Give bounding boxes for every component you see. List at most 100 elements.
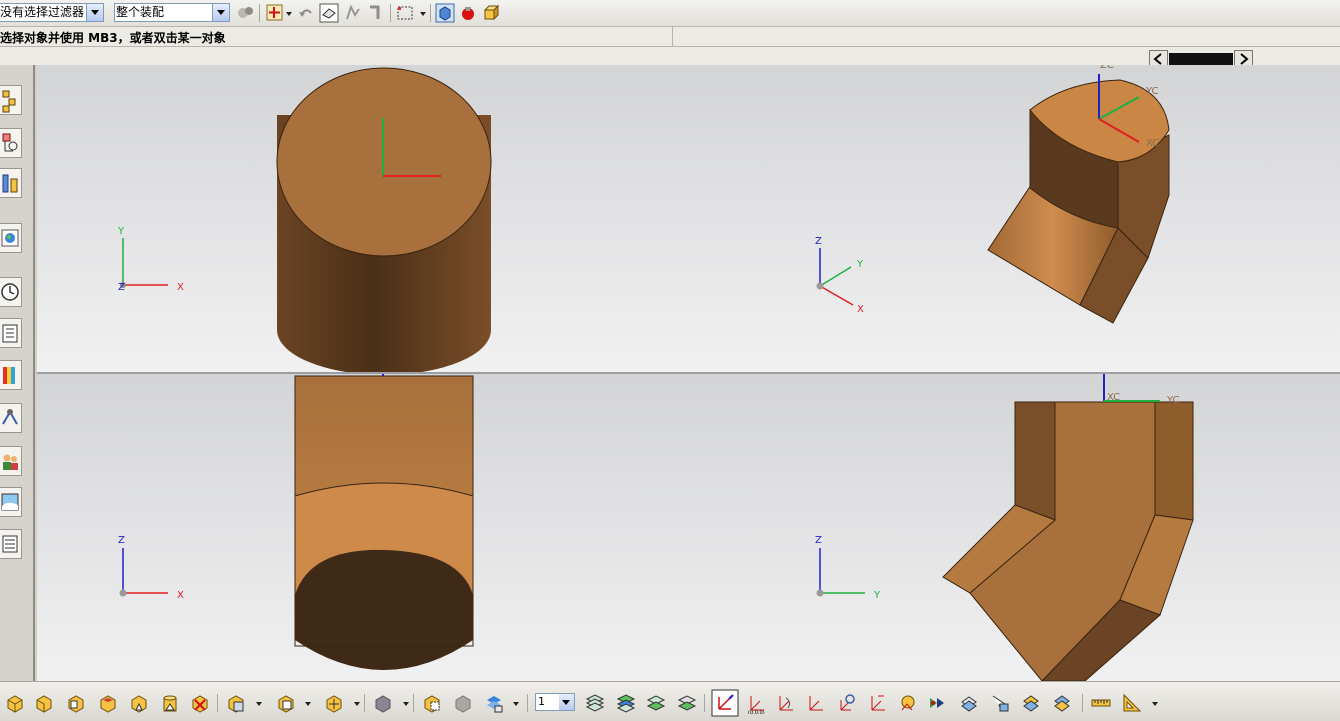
wcs-orient-icon[interactable] bbox=[804, 692, 826, 714]
system-scenes-tab[interactable] bbox=[0, 487, 22, 517]
wcs-save-icon[interactable] bbox=[897, 692, 919, 714]
assembly-navigator-tab[interactable] bbox=[0, 85, 22, 115]
view-fit-icon[interactable] bbox=[4, 692, 26, 714]
palette-tab[interactable] bbox=[0, 360, 22, 390]
view-iso-icon[interactable] bbox=[128, 692, 150, 714]
chevron-down-icon[interactable] bbox=[420, 12, 426, 16]
highlight-icon[interactable] bbox=[458, 3, 478, 23]
copy-to-layer-icon[interactable] bbox=[645, 692, 667, 714]
view-cube-icon[interactable] bbox=[481, 3, 501, 23]
chevron-down-icon[interactable] bbox=[256, 702, 262, 706]
axis-label-x: X bbox=[177, 590, 184, 601]
view-triad-top: Y Z X bbox=[117, 226, 184, 293]
history-tab[interactable] bbox=[0, 277, 22, 307]
palette-icon bbox=[3, 367, 15, 384]
system-scenes-icon bbox=[1, 493, 19, 511]
wcs-rotate-icon[interactable] bbox=[774, 692, 796, 714]
part-navigator-tab[interactable] bbox=[0, 168, 22, 198]
cue-line: 选择对象并使用 MB3，或者双击某一对象 bbox=[0, 27, 1340, 47]
chevron-down-icon[interactable] bbox=[354, 702, 360, 706]
plane-icon[interactable] bbox=[1020, 692, 1042, 714]
viewport-top[interactable]: Y Z X ZC YC XC Z Y X bbox=[37, 65, 1340, 373]
axis-label-z: Z bbox=[118, 535, 125, 546]
toolbar-separator bbox=[413, 694, 414, 712]
work-layer-select[interactable]: 1 bbox=[535, 693, 575, 711]
layer-visible-icon[interactable] bbox=[584, 692, 606, 714]
status-divider bbox=[672, 27, 673, 47]
selection-box-icon[interactable] bbox=[395, 3, 415, 23]
measure-distance-icon[interactable] bbox=[1090, 692, 1112, 714]
wcs-set-icon[interactable] bbox=[835, 692, 857, 714]
toolbar-separator bbox=[259, 4, 260, 22]
hidden-edges-icon[interactable] bbox=[421, 692, 443, 714]
scroll-thumb[interactable] bbox=[1169, 53, 1233, 65]
chevron-down-icon[interactable] bbox=[1152, 702, 1158, 706]
vector-icon[interactable] bbox=[989, 692, 1011, 714]
layer-category-icon[interactable] bbox=[676, 692, 698, 714]
top-view-part[interactable] bbox=[276, 67, 492, 373]
transform-icon[interactable] bbox=[927, 692, 949, 714]
process-studio-tab[interactable] bbox=[0, 403, 22, 433]
chevron-down-icon[interactable] bbox=[86, 4, 103, 21]
erase-select-icon[interactable] bbox=[319, 3, 339, 23]
wcs-icon[interactable] bbox=[711, 689, 739, 717]
right-view-part[interactable] bbox=[942, 401, 1194, 681]
toolbar-separator bbox=[390, 4, 391, 22]
filter-reset-icon[interactable] bbox=[236, 3, 256, 23]
shaded-view-icon[interactable] bbox=[435, 3, 455, 23]
undo-icon[interactable] bbox=[296, 3, 316, 23]
view-layout-icon[interactable] bbox=[323, 692, 345, 714]
layer-settings-icon[interactable] bbox=[483, 692, 505, 714]
toolbar-separator bbox=[527, 694, 528, 712]
reuse-library-tab[interactable] bbox=[0, 318, 22, 348]
view-right-icon[interactable] bbox=[65, 692, 87, 714]
chevron-down-icon[interactable] bbox=[403, 702, 409, 706]
chevron-down-icon[interactable] bbox=[286, 12, 292, 16]
axis-label-x: X bbox=[857, 304, 864, 315]
chevron-down-icon[interactable] bbox=[559, 694, 574, 710]
constraint-navigator-tab[interactable] bbox=[0, 128, 22, 158]
wcs-display-icon[interactable] bbox=[866, 692, 888, 714]
measure-angle-icon[interactable] bbox=[1121, 692, 1143, 714]
chevron-down-icon[interactable] bbox=[305, 702, 311, 706]
view-front-icon[interactable] bbox=[33, 692, 55, 714]
graphics-header bbox=[0, 47, 1340, 65]
snap-point-icon[interactable] bbox=[265, 3, 285, 23]
system-materials-tab[interactable] bbox=[0, 529, 22, 559]
chevron-down-icon[interactable] bbox=[212, 4, 229, 21]
dimension-icon[interactable] bbox=[366, 3, 386, 23]
axis-label-z: Z bbox=[118, 282, 125, 293]
type-filter-select[interactable]: 没有选择过滤器 bbox=[0, 3, 104, 22]
type-filter-value: 没有选择过滤器 bbox=[0, 5, 85, 19]
redo-icon[interactable] bbox=[343, 3, 363, 23]
chevron-down-icon[interactable] bbox=[513, 702, 519, 706]
wcs-label-yc: YC bbox=[1145, 86, 1159, 97]
point-icon[interactable] bbox=[958, 692, 980, 714]
toolbar-separator bbox=[217, 694, 218, 712]
resource-bar bbox=[0, 65, 35, 681]
axis-label-y: Y bbox=[117, 226, 125, 237]
pan-icon[interactable] bbox=[275, 692, 297, 714]
wireframe-icon[interactable] bbox=[452, 692, 474, 714]
view-trimetric-icon[interactable] bbox=[189, 692, 211, 714]
viewport-top-canvas[interactable]: Y Z X ZC YC XC Z Y X bbox=[37, 65, 1340, 373]
iso-view-part[interactable] bbox=[987, 79, 1170, 324]
move-to-layer-icon[interactable] bbox=[615, 692, 637, 714]
front-view-part[interactable] bbox=[294, 375, 474, 670]
selection-toolbar: 没有选择过滤器 整个装配 bbox=[0, 0, 1340, 27]
view-toolbar: 1 (0,0,0) bbox=[0, 681, 1340, 721]
shade-edges-icon[interactable] bbox=[372, 692, 394, 714]
csys-icon[interactable] bbox=[1051, 692, 1073, 714]
wcs-origin-icon[interactable]: (0,0,0) bbox=[745, 692, 767, 714]
history-icon bbox=[1, 283, 19, 301]
view-left-icon[interactable] bbox=[159, 692, 181, 714]
web-browser-tab[interactable] bbox=[0, 223, 22, 253]
svg-text:(0,0,0): (0,0,0) bbox=[748, 710, 765, 714]
roles-tab[interactable] bbox=[0, 446, 22, 476]
toolbar-separator bbox=[704, 694, 705, 712]
viewport-bottom[interactable]: Z X XC YC Z Y bbox=[37, 374, 1340, 681]
selection-scope-select[interactable]: 整个装配 bbox=[114, 3, 230, 22]
view-top-icon[interactable] bbox=[97, 692, 119, 714]
zoom-icon[interactable] bbox=[225, 692, 247, 714]
viewport-bottom-canvas[interactable]: Z X XC YC Z Y bbox=[37, 374, 1340, 681]
